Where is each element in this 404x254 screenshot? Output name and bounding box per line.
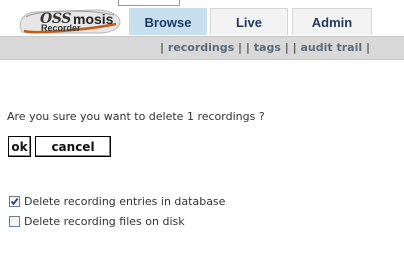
subnav-separator: | bbox=[238, 41, 243, 54]
option-delete-db-entries: Delete recording entries in database bbox=[9, 195, 225, 208]
option-label: Delete recording entries in database bbox=[24, 195, 226, 208]
header: OSS mosis Recorder Browse Live Admin bbox=[0, 0, 404, 36]
subnav-separator: | bbox=[284, 41, 289, 54]
delete-disk-files-checkbox[interactable] bbox=[9, 216, 20, 227]
top-edge-stub bbox=[118, 0, 180, 6]
ok-button[interactable]: ok bbox=[8, 136, 31, 157]
subnav-link-tags[interactable]: tags bbox=[254, 41, 281, 54]
tab-admin[interactable]: Admin bbox=[292, 8, 372, 35]
logo-subtitle: Recorder bbox=[41, 23, 81, 33]
subnav-link-recordings[interactable]: recordings bbox=[168, 41, 234, 54]
option-delete-disk-files: Delete recording files on disk bbox=[9, 215, 185, 228]
delete-confirmation-question: Are you sure you want to delete 1 record… bbox=[7, 110, 265, 123]
sub-navigation: | recordings | | tags | | audit trail | bbox=[0, 36, 404, 60]
delete-db-entries-checkbox[interactable] bbox=[9, 196, 20, 207]
subnav-separator: | bbox=[365, 41, 370, 54]
subnav-separator: | bbox=[160, 41, 165, 54]
checkmark-icon bbox=[10, 198, 19, 206]
cancel-button[interactable]: cancel bbox=[35, 136, 111, 157]
subnav-separator: | bbox=[292, 41, 297, 54]
subnav-separator: | bbox=[245, 41, 250, 54]
tab-live[interactable]: Live bbox=[210, 8, 288, 35]
tab-browse[interactable]: Browse bbox=[129, 8, 207, 35]
subnav-link-audit-trail[interactable]: audit trail bbox=[300, 41, 362, 54]
option-label: Delete recording files on disk bbox=[24, 215, 185, 228]
app-logo[interactable]: OSS mosis Recorder bbox=[16, 8, 122, 34]
